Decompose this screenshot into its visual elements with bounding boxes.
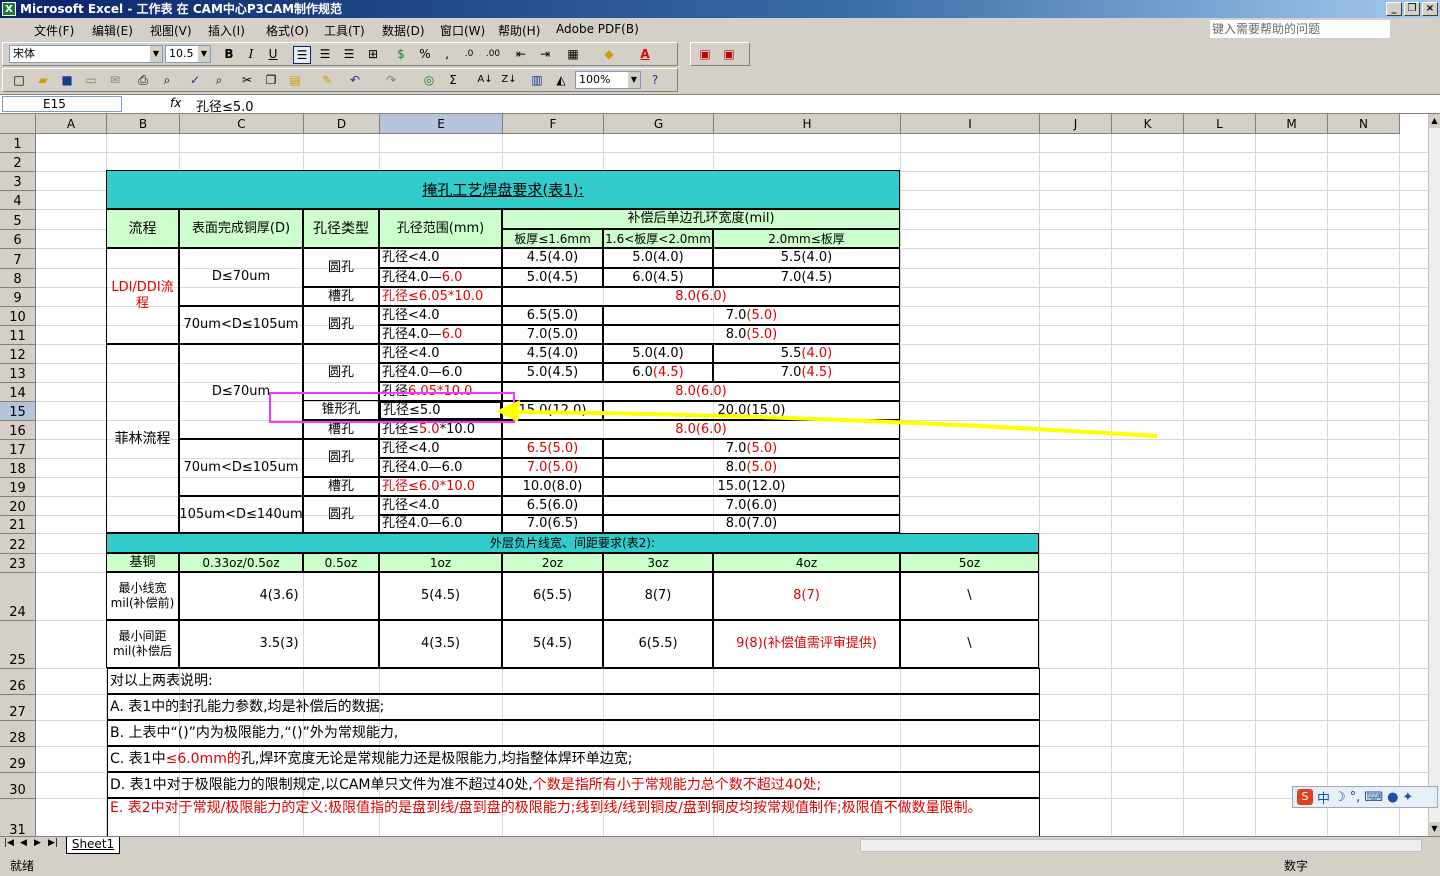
menu-view[interactable]: 视图(V) [150,22,192,39]
borders-icon[interactable]: ▦ [565,46,581,62]
scroll-up-icon[interactable]: ▲ [1429,114,1440,128]
hyperlink-icon[interactable]: ◎ [421,72,437,88]
open-folder-icon[interactable]: ▰ [35,72,51,88]
font-size-value: 10.5 [169,47,194,60]
chevron-down-icon: ▼ [198,46,210,62]
sort-descending-icon[interactable]: Z↓ [501,72,517,88]
autosum-icon[interactable]: Σ [445,72,461,88]
increase-decimal-icon[interactable]: .0 [461,46,477,62]
decrease-decimal-icon[interactable]: .00 [485,46,501,62]
horizontal-scrollbar[interactable] [860,839,1422,852]
status-ready: 就绪 [10,859,35,873]
title-bar: X Microsoft Excel - 工作表 在 CAM中心P3CAM制作规范… [0,0,1440,18]
help-icon[interactable]: ? [647,72,663,88]
worksheet-grid[interactable]: A B C D E F G H I J K L M N 1 2 3 4 5 6 7 8 9 10 11 12 13 14 15 16 17 1… [0,114,1428,836]
moon-icon[interactable]: ☽ [1334,790,1346,805]
sheet-tab-bar: |◀ ◀ ▶ ▶| Sheet1 [0,836,1440,854]
comma-button[interactable]: , [439,46,455,62]
italic-button[interactable]: I [243,46,259,62]
pdf-email-icon[interactable]: ▣ [721,46,737,62]
font-color-button[interactable]: A [637,46,653,62]
new-file-icon[interactable]: □ [11,72,27,88]
paste-icon[interactable]: ▤ [287,72,303,88]
user-icon[interactable]: ● [1387,790,1398,805]
bold-button[interactable]: B [221,46,237,62]
sort-ascending-icon[interactable]: A↓ [477,72,493,88]
merge-center-icon[interactable]: ⊞ [365,46,381,62]
copy-icon[interactable]: ❐ [263,72,279,88]
menu-format[interactable]: 格式(O) [266,22,309,39]
vertical-scrollbar[interactable]: ▲ ▼ [1428,114,1440,836]
ime-lang[interactable]: 中 [1317,788,1330,807]
fill-color-icon[interactable]: ◆ [601,46,617,62]
align-right-icon[interactable]: ☰ [341,46,357,62]
menu-insert[interactable]: 插入(I) [208,22,245,39]
menu-data[interactable]: 数据(D) [382,22,425,39]
menu-file[interactable]: 文件(F) [34,22,74,39]
arrow-line [509,410,1158,438]
punctuation-icon[interactable]: °, [1350,790,1361,805]
zoom-value: 100% [579,73,611,86]
menu-window[interactable]: 窗口(W) [440,22,485,39]
formula-bar: E15 fx 孔径≤5.0 [0,94,1440,115]
format-painter-icon[interactable]: ✎ [319,72,335,88]
print-icon[interactable]: ⎙ [135,72,151,88]
pdf-convert-icon[interactable]: ▣ [697,46,713,62]
sheet-tab-sheet1[interactable]: Sheet1 [66,837,120,854]
chevron-down-icon: ▼ [150,46,162,62]
yellow-arrow-annotation [496,400,1158,438]
menu-help[interactable]: 帮助(H) [498,22,540,39]
drawing-icon[interactable]: ◭ [553,72,569,88]
name-box[interactable]: E15 [2,96,122,112]
save-icon[interactable]: ■ [59,72,75,88]
research-icon[interactable]: ⌕ [211,72,227,88]
cut-icon[interactable]: ✂ [239,72,255,88]
pdf-toolbar: ▣ ▣ [690,42,750,66]
standard-toolbar: □ ▰ ■ ▭ ✉ ⎙ ⌕ ✓ ⌕ ✂ ❐ ▤ ✎ ↶ ↷ ◎ Σ A↓ Z↓ … [2,68,678,92]
percent-button[interactable]: % [417,46,433,62]
menu-adobe-pdf[interactable]: Adobe PDF(B) [556,22,639,36]
increase-indent-icon[interactable]: ⇥ [537,46,553,62]
last-sheet-icon[interactable]: ▶| [48,838,58,848]
font-name-value: 宋体 [13,47,35,60]
menu-edit[interactable]: 编辑(E) [92,22,133,39]
minimize-button[interactable]: _ [1386,2,1402,16]
redo-icon[interactable]: ↷ [383,72,399,88]
menu-tools[interactable]: 工具(T) [324,22,365,39]
first-sheet-icon[interactable]: |◀ [4,838,14,848]
prev-sheet-icon[interactable]: ◀ [20,838,27,848]
formula-input[interactable]: 孔径≤5.0 [196,96,254,115]
zoom-select[interactable]: 100% ▼ [575,71,641,89]
status-bar: 就绪 数字 [0,854,1440,876]
permission-icon[interactable]: ▭ [83,72,99,88]
status-numlock: 数字 [1284,859,1309,873]
align-center-icon[interactable]: ☰ [317,46,333,62]
window-title: Microsoft Excel - 工作表 在 CAM中心P3CAM制作规范 [20,2,343,16]
chart-wizard-icon[interactable]: ▥ [529,72,545,88]
underline-button[interactable]: U [265,46,281,62]
next-sheet-icon[interactable]: ▶ [34,838,41,848]
scroll-down-icon[interactable]: ▼ [1429,822,1440,836]
restore-button[interactable]: ❐ [1404,2,1420,16]
wrench-icon[interactable]: ✦ [1402,790,1413,805]
arrow-head [496,400,520,422]
font-name-select[interactable]: 宋体 ▼ [9,45,163,63]
help-search-input[interactable]: 键入需要帮助的问题 [1210,20,1390,38]
align-left-icon[interactable]: ☰ [293,46,311,64]
close-button[interactable]: × [1422,2,1438,16]
spelling-icon[interactable]: ✓ [187,72,203,88]
print-preview-icon[interactable]: ⌕ [159,72,175,88]
function-icon[interactable]: fx [170,96,181,110]
keyboard-icon[interactable]: ⌨ [1364,790,1383,805]
currency-icon[interactable]: $ [393,46,409,62]
decrease-indent-icon[interactable]: ⇤ [513,46,529,62]
font-size-select[interactable]: 10.5 ▼ [165,45,211,63]
ime-toolbar[interactable]: S 中 ☽ °, ⌨ ● ✦ [1292,786,1438,808]
formatting-toolbar: 宋体 ▼ 10.5 ▼ B I U ☰ ☰ ☰ ⊞ $ % , .0 .00 ⇤ ⇥… [2,42,678,66]
excel-icon: X [2,2,16,16]
sogou-logo-icon: S [1297,789,1313,805]
chevron-down-icon: ▼ [628,72,640,88]
email-icon[interactable]: ✉ [107,72,123,88]
undo-icon[interactable]: ↶ [347,72,363,88]
